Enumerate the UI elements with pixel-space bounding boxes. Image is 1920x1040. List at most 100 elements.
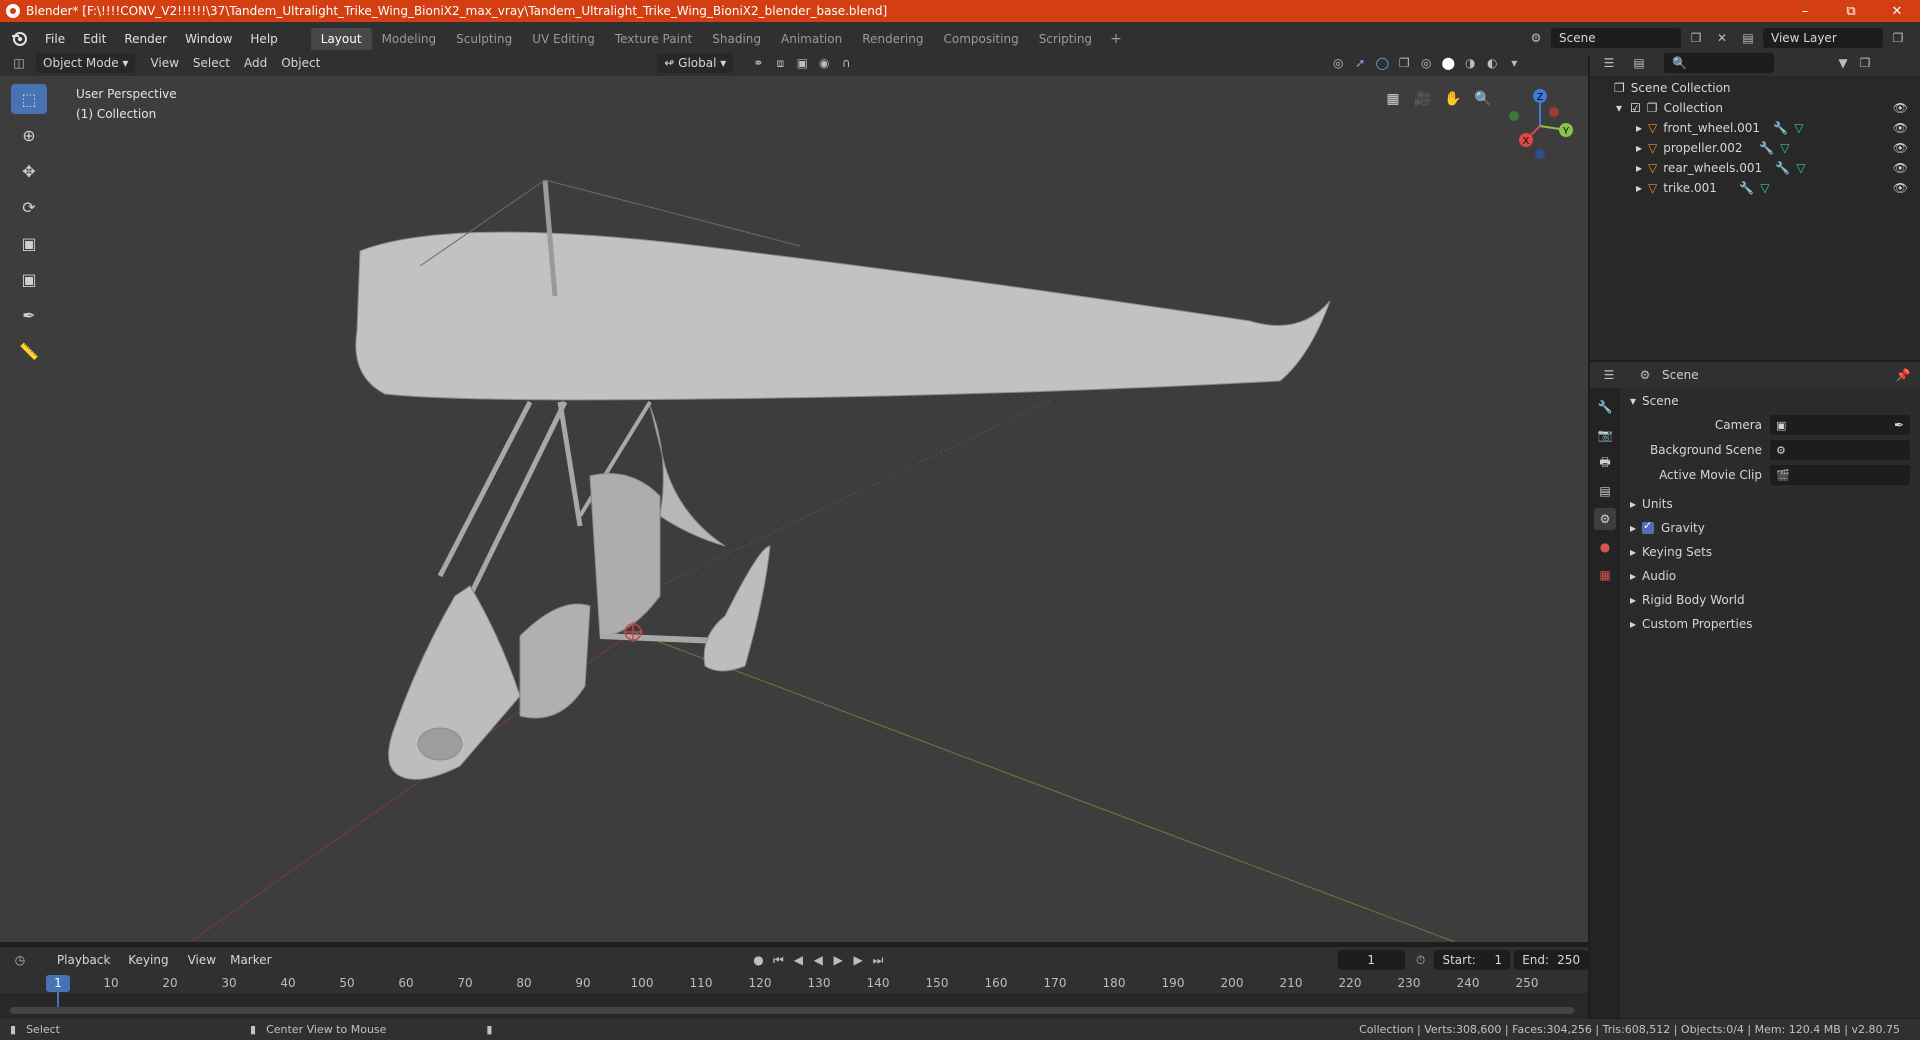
scale-icon[interactable]: ▣ (11, 228, 47, 258)
tab-sculpting[interactable]: Sculpting (446, 28, 522, 50)
visibility-icon[interactable]: ◎ (1327, 53, 1349, 73)
prev-keyframe-icon[interactable]: ◀ (788, 950, 808, 970)
annotate-icon[interactable]: ✒ (11, 300, 47, 330)
navigation-gizmo[interactable]: Z Y X (1500, 86, 1580, 166)
eye-icon[interactable]: 👁 (1893, 141, 1908, 155)
scene-icon[interactable]: ⚙ (1525, 28, 1547, 48)
render-tab-icon[interactable]: 📷 (1594, 424, 1616, 446)
pin-icon[interactable]: 📌 (1892, 365, 1914, 385)
menu-render[interactable]: Render (115, 32, 176, 46)
menu-timeline-view[interactable]: View (181, 950, 223, 970)
outliner-search-field[interactable]: 🔍 (1664, 53, 1774, 73)
move-icon[interactable]: ✥ (11, 156, 47, 186)
new-view-layer-icon[interactable]: ❐ (1887, 28, 1909, 48)
background-scene-field[interactable] (1770, 440, 1910, 460)
xray-icon[interactable]: ❐ (1393, 53, 1415, 73)
timeline-editor-icon[interactable]: ◷ (10, 950, 30, 970)
menu-add[interactable]: Add (237, 53, 274, 73)
jump-end-icon[interactable]: ⏭ (868, 950, 888, 970)
tab-texture-paint[interactable]: Texture Paint (605, 28, 702, 50)
tab-shading[interactable]: Shading (702, 28, 771, 50)
orientation-dropdown[interactable]: ↫ Global ▾ (657, 53, 734, 73)
scene-section-header[interactable]: ▾ Scene (1620, 390, 1920, 412)
units-panel[interactable]: ▸ Units (1620, 493, 1920, 515)
minimize-icon[interactable]: – (1782, 0, 1828, 22)
transform-icon[interactable]: ▣ (11, 264, 47, 294)
new-collection-icon[interactable]: ❐ (1854, 53, 1876, 73)
pan-hand-icon[interactable]: ✋ (1440, 86, 1466, 112)
rotate-icon[interactable]: ⟳ (11, 192, 47, 222)
menu-edit[interactable]: Edit (74, 32, 115, 46)
solid-shading-icon[interactable]: ⬤ (1437, 53, 1459, 73)
expand-arrow-icon[interactable]: ▸ (1636, 161, 1642, 175)
mesh-data-icon[interactable]: ▽ (1796, 161, 1805, 175)
camera-view-icon[interactable]: 🎥 (1410, 86, 1436, 112)
menu-select[interactable]: Select (186, 53, 237, 73)
menu-window[interactable]: Window (176, 32, 241, 46)
mode-dropdown[interactable]: Object Mode ▾ (36, 53, 136, 73)
checkbox-icon[interactable]: ☑ (1630, 101, 1641, 115)
close-icon[interactable]: ✕ (1874, 0, 1920, 22)
mesh-data-icon[interactable]: ▽ (1760, 181, 1769, 195)
grid-toggle-icon[interactable]: ▦ (1380, 86, 1406, 112)
outliner-editor-icon[interactable]: ☰ (1598, 53, 1620, 73)
menu-keying[interactable]: Keying ▾ (121, 950, 180, 987)
audio-panel[interactable]: ▸ Audio (1620, 565, 1920, 587)
3d-viewport[interactable]: User Perspective (1) Collection ⬚ ⊕ ✥ ⟳ … (0, 76, 1588, 942)
current-frame-indicator[interactable]: 1 (46, 975, 70, 992)
custom-properties-panel[interactable]: ▸ Custom Properties (1620, 613, 1920, 635)
eye-icon[interactable]: 👁 (1893, 121, 1908, 135)
add-workspace-icon[interactable]: + (1102, 28, 1130, 50)
camera-field[interactable] (1770, 415, 1910, 435)
shading-options-icon[interactable]: ▾ (1503, 53, 1525, 73)
rigid-body-panel[interactable]: ▸ Rigid Body World (1620, 589, 1920, 611)
expand-arrow-icon[interactable]: ▸ (1636, 141, 1642, 155)
collapse-arrow-icon[interactable]: ▾ (1616, 101, 1622, 115)
material-shading-icon[interactable]: ◑ (1459, 53, 1481, 73)
play-reverse-icon[interactable]: ◀ (808, 950, 828, 970)
zoom-icon[interactable]: 🔍 (1470, 86, 1496, 112)
current-frame-field[interactable]: 1 (1337, 950, 1405, 970)
menu-file[interactable]: File (36, 32, 74, 46)
remove-scene-icon[interactable]: ✕ (1711, 28, 1733, 48)
outliner-row-object[interactable]: ▸ ▽ front_wheel.001 🔧 ▽ 👁 (1590, 118, 1920, 138)
view-layer-tab-icon[interactable]: ▤ (1594, 480, 1616, 502)
scene-field[interactable]: Scene (1551, 28, 1681, 48)
modifier-wrench-icon[interactable]: 🔧 (1759, 141, 1774, 155)
tab-scripting[interactable]: Scripting (1029, 28, 1102, 50)
snap-icon[interactable]: ⧈ (769, 53, 791, 73)
falloff-icon[interactable]: ∩ (835, 53, 857, 73)
gravity-panel[interactable]: ▸ Gravity (1620, 517, 1920, 539)
menu-object[interactable]: Object (274, 53, 327, 73)
restore-icon[interactable]: ⧉ (1828, 0, 1874, 22)
mesh-data-icon[interactable]: ▽ (1794, 121, 1803, 135)
timeline-area[interactable]: 10 20 30 40 50 60 70 80 90 100 110 120 1… (0, 973, 1588, 1019)
remove-view-layer-icon[interactable]: ✕ (1913, 28, 1920, 48)
output-tab-icon[interactable]: 🖶 (1594, 452, 1616, 474)
editor-type-icon[interactable]: ◫ (8, 53, 30, 73)
jump-start-icon[interactable]: ⏮ (768, 950, 788, 970)
measure-icon[interactable]: 📏 (11, 336, 47, 366)
texture-tab-icon[interactable]: ▦ (1594, 564, 1616, 586)
select-box-icon[interactable]: ⬚ (11, 84, 47, 114)
expand-arrow-icon[interactable]: ▸ (1636, 121, 1642, 135)
cursor-icon[interactable]: ⊕ (11, 120, 47, 150)
outliner-row-object[interactable]: ▸ ▽ trike.001 🔧 ▽ 👁 (1590, 178, 1920, 198)
movie-clip-field[interactable] (1770, 465, 1910, 485)
outliner-row-scene-collection[interactable]: ❐ Scene Collection (1590, 78, 1920, 98)
view-layer-field[interactable]: View Layer (1763, 28, 1883, 48)
properties-editor-icon[interactable]: ☰ (1598, 365, 1620, 385)
filter-icon[interactable]: ▼ (1832, 53, 1854, 73)
tab-layout[interactable]: Layout (310, 28, 372, 50)
world-tab-icon[interactable]: ● (1594, 536, 1616, 558)
start-frame-field[interactable]: Start: 1 (1434, 950, 1511, 970)
menu-playback[interactable]: Playback ▾ (50, 950, 121, 987)
menu-help[interactable]: Help (241, 32, 286, 46)
next-keyframe-icon[interactable]: ▶ (848, 950, 868, 970)
modifier-wrench-icon[interactable]: 🔧 (1775, 161, 1790, 175)
modifier-wrench-icon[interactable]: 🔧 (1739, 181, 1754, 195)
gizmo-toggle-icon[interactable]: ➚ (1349, 53, 1371, 73)
wireframe-shading-icon[interactable]: ◎ (1415, 53, 1437, 73)
tab-animation[interactable]: Animation (771, 28, 852, 50)
mesh-data-icon[interactable]: ▽ (1780, 141, 1789, 155)
